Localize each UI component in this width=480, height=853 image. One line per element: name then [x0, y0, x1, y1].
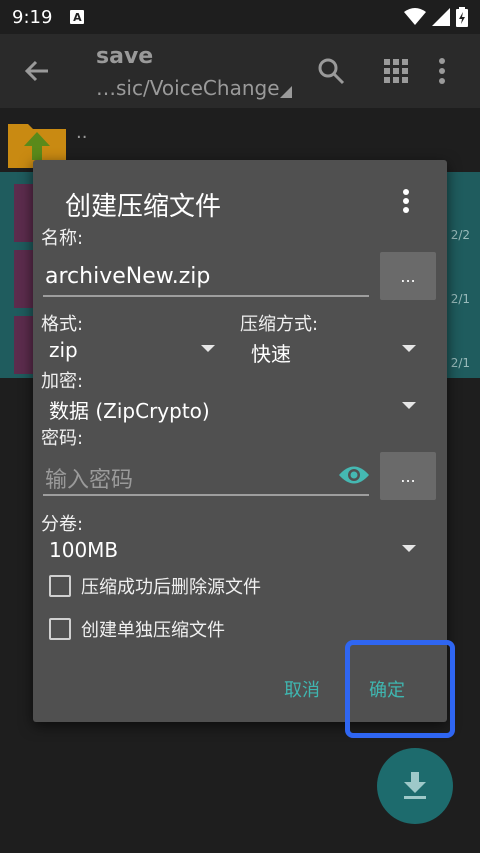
format-dropdown-icon[interactable]	[201, 345, 215, 352]
name-label: 名称:	[41, 228, 84, 249]
delete-source-checkbox[interactable]	[49, 575, 71, 597]
encryption-label: 加密:	[41, 371, 84, 392]
method-label: 压缩方式:	[240, 314, 319, 335]
method-dropdown-icon[interactable]	[402, 345, 416, 352]
back-arrow-icon[interactable]	[22, 56, 52, 86]
archive-name-input[interactable]: archiveNew.zip	[45, 264, 210, 289]
password-browse-button[interactable]: ...	[380, 452, 436, 500]
download-fab[interactable]	[377, 748, 453, 824]
dialog-more-vert-icon[interactable]	[401, 188, 411, 214]
file-row-meta: 2/1	[450, 356, 470, 370]
dialog-title: 创建压缩文件	[65, 192, 222, 222]
toolbar-path[interactable]: …sic/VoiceChange	[96, 76, 280, 100]
split-label: 分卷:	[41, 514, 84, 535]
encryption-spinner[interactable]: 数据 (ZipCrypto)	[49, 395, 210, 424]
parent-directory-label: ..	[76, 122, 88, 143]
file-row-meta: 2/1	[450, 292, 470, 306]
more-vert-icon[interactable]	[436, 56, 448, 86]
password-input-underline	[43, 494, 369, 496]
path-dropdown-icon[interactable]	[280, 86, 292, 98]
format-label: 格式:	[41, 314, 84, 335]
password-input[interactable]: 输入密码	[45, 462, 133, 494]
eye-icon[interactable]	[338, 464, 370, 486]
split-spinner[interactable]: 100MB	[49, 538, 118, 562]
wifi-icon	[404, 8, 426, 25]
download-icon	[404, 772, 426, 799]
status-bar: 9:19 A	[0, 0, 480, 34]
separate-archive-checkbox[interactable]	[49, 618, 71, 640]
toolbar-title: save	[96, 44, 154, 69]
app-toolbar: save …sic/VoiceChange	[0, 34, 480, 108]
encryption-dropdown-icon[interactable]	[402, 402, 416, 409]
confirm-highlight-box	[345, 640, 455, 738]
split-dropdown-icon[interactable]	[402, 545, 416, 552]
create-archive-dialog: 创建压缩文件 名称: archiveNew.zip ... 格式: 压缩方式: …	[33, 160, 447, 722]
signal-icon	[432, 8, 450, 26]
cancel-button[interactable]: 取消	[284, 676, 320, 702]
notification-icon: A	[70, 10, 85, 24]
status-icons	[404, 7, 468, 27]
password-label: 密码:	[41, 428, 84, 449]
grid-view-icon[interactable]	[381, 56, 411, 86]
method-spinner[interactable]: 快速	[251, 338, 291, 367]
delete-source-label: 压缩成功后删除源文件	[81, 577, 261, 598]
search-icon[interactable]	[316, 56, 346, 86]
name-browse-button[interactable]: ...	[380, 252, 436, 300]
name-input-underline	[43, 295, 369, 297]
delete-source-checkbox-row[interactable]: 压缩成功后删除源文件	[49, 573, 261, 599]
format-spinner[interactable]: zip	[49, 338, 78, 362]
separate-archive-checkbox-row[interactable]: 创建单独压缩文件	[49, 616, 225, 642]
battery-icon	[456, 7, 468, 27]
separate-archive-label: 创建单独压缩文件	[81, 620, 225, 641]
file-row-meta: 2/2	[450, 228, 470, 242]
status-time: 9:19	[12, 6, 53, 28]
